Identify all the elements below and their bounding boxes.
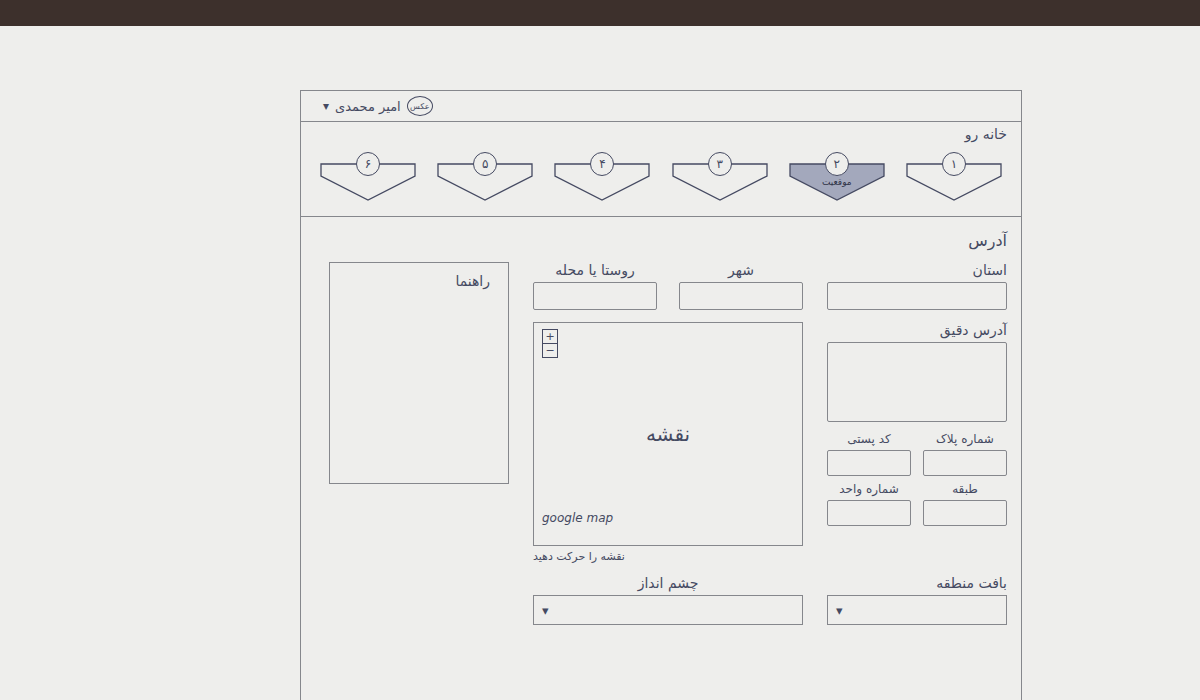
text-input[interactable] bbox=[923, 500, 1007, 526]
detail-field: طبقه bbox=[923, 482, 1007, 526]
user-bar[interactable]: عکس امیر محمدی ▾ bbox=[301, 91, 1021, 122]
step-number: ۱ bbox=[942, 152, 966, 176]
page: عکس امیر محمدی ▾ خانه رو ۱ ۲موقعیت ۳ ۴ ۵ ۶ آدرس است… bbox=[0, 0, 1200, 700]
dropdown-caret-icon: ▾ bbox=[542, 603, 549, 618]
step[interactable]: ۲موقعیت bbox=[788, 152, 886, 206]
view-select[interactable]: ▾ bbox=[533, 595, 803, 625]
locality-field: شهر bbox=[679, 262, 803, 310]
step-label: موقعیت bbox=[788, 177, 886, 187]
user-avatar[interactable]: عکس bbox=[407, 96, 433, 116]
detail-field: شماره واحد bbox=[827, 482, 911, 526]
zoom-in-button[interactable]: + bbox=[543, 330, 557, 343]
step-number: ۴ bbox=[590, 152, 614, 176]
map-brand: google map bbox=[542, 511, 613, 525]
fabric-label: بافت منطقه bbox=[827, 575, 1007, 591]
field-label: شهر bbox=[679, 262, 803, 278]
text-input[interactable] bbox=[827, 500, 911, 526]
text-input[interactable] bbox=[679, 282, 803, 310]
fabric-select[interactable]: ▾ bbox=[827, 595, 1007, 625]
details-grid: شماره پلاک کد پستی طبقه شماره واحد bbox=[827, 432, 1007, 526]
map-hint: نقشه را حرکت دهید bbox=[533, 550, 803, 563]
address-form: آدرس استان شهر روستا یا محله راهنما آدرس دقیق… bbox=[301, 217, 1021, 625]
section-title: آدرس bbox=[827, 231, 1007, 250]
step[interactable]: ۳ bbox=[671, 152, 769, 206]
field-label: طبقه bbox=[923, 482, 1007, 496]
zoom-control: +− bbox=[542, 329, 558, 358]
field-label: شماره واحد bbox=[827, 482, 911, 496]
zoom-out-button[interactable]: − bbox=[543, 343, 557, 357]
step-number: ۵ bbox=[473, 152, 497, 176]
province-label: استان bbox=[827, 262, 1007, 278]
locality-row: شهر روستا یا محله bbox=[533, 262, 803, 310]
detail-field: کد پستی bbox=[827, 432, 911, 476]
step-number: ۲ bbox=[825, 152, 849, 176]
exact-address-input[interactable] bbox=[827, 342, 1007, 422]
dropdown-caret-icon: ▾ bbox=[836, 603, 843, 618]
step[interactable]: ۵ bbox=[436, 152, 534, 206]
exact-address-label: آدرس دقیق bbox=[827, 322, 1007, 338]
text-input[interactable] bbox=[533, 282, 657, 310]
sketch-sheet: عکس امیر محمدی ▾ خانه رو ۱ ۲موقعیت ۳ ۴ ۵ ۶ آدرس است… bbox=[300, 90, 1022, 700]
step[interactable]: ۴ bbox=[553, 152, 651, 206]
locality-field: روستا یا محله bbox=[533, 262, 657, 310]
step-number: ۳ bbox=[708, 152, 732, 176]
guide-panel: راهنما bbox=[329, 262, 509, 484]
step[interactable]: ۶ bbox=[319, 152, 417, 206]
step[interactable]: ۱ bbox=[905, 152, 1003, 206]
field-label: کد پستی bbox=[827, 432, 911, 446]
user-caret-icon[interactable]: ▾ bbox=[323, 99, 329, 113]
view-label: چشم انداز bbox=[533, 575, 803, 591]
steps-row: ۱ ۲موقعیت ۳ ۴ ۵ ۶ bbox=[301, 144, 1021, 217]
province-input[interactable] bbox=[827, 282, 1007, 310]
map-label: نقشه bbox=[646, 422, 690, 446]
text-input[interactable] bbox=[923, 450, 1007, 476]
detail-field: شماره پلاک bbox=[923, 432, 1007, 476]
text-input[interactable] bbox=[827, 450, 911, 476]
step-number: ۶ bbox=[356, 152, 380, 176]
field-label: روستا یا محله bbox=[533, 262, 657, 278]
user-name[interactable]: امیر محمدی bbox=[335, 99, 401, 114]
map[interactable]: +− نقشه google map bbox=[533, 322, 803, 546]
table-edge bbox=[0, 0, 1200, 26]
field-label: شماره پلاک bbox=[923, 432, 1007, 446]
breadcrumb[interactable]: خانه رو bbox=[301, 122, 1021, 144]
